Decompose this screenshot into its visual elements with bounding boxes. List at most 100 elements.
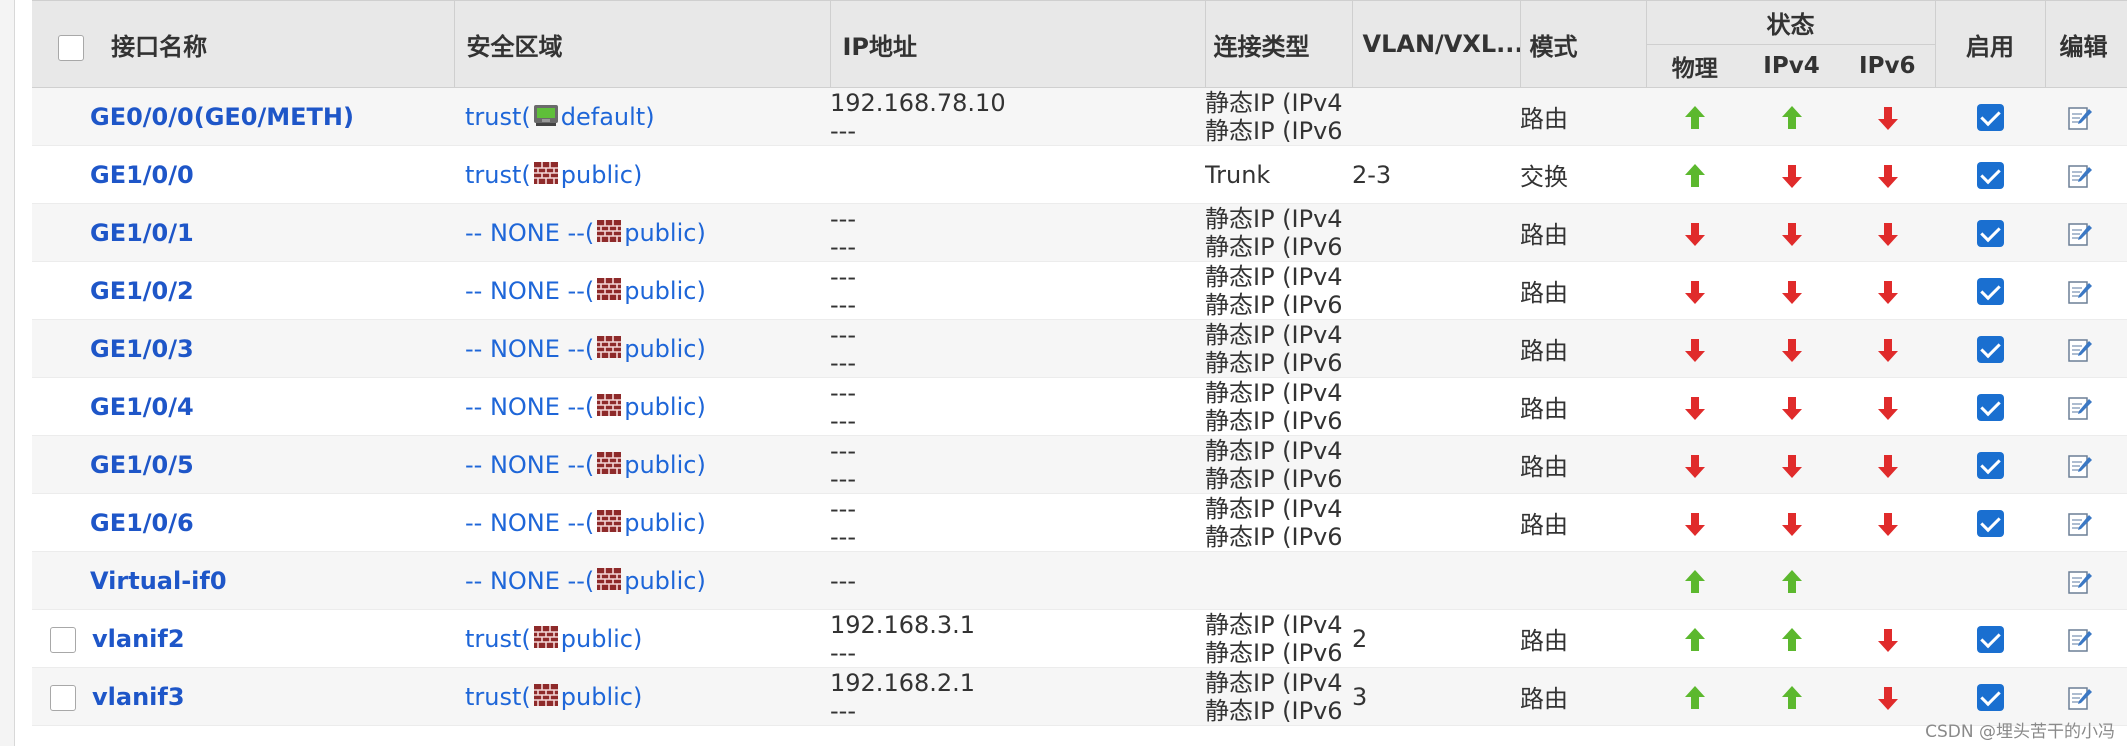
zone-name-link[interactable]: -- NONE --( [465,567,594,595]
header-edit: 编辑 [2044,0,2127,88]
ip-cell: --- --- [830,435,1205,494]
enable-cell [1935,203,2046,262]
vsys-link[interactable]: public) [624,451,706,479]
zone-name-link[interactable]: -- NONE --( [465,451,594,479]
enable-checkbox[interactable] [1976,335,2004,363]
interface-name-link[interactable]: GE1/0/2 [90,277,194,305]
interface-name-link[interactable]: GE1/0/5 [90,451,194,479]
zone-name-link[interactable]: trust( [465,625,531,653]
vsys-link[interactable]: default) [561,103,655,131]
ipv6-address: --- [830,348,856,377]
edit-icon[interactable] [2067,393,2093,421]
status-up-arrow-icon [1684,625,1706,653]
edit-icon[interactable] [2067,219,2093,247]
zone-name-link[interactable]: -- NONE --( [465,509,594,537]
enable-checkbox[interactable] [1976,683,2004,711]
zone-name-link[interactable]: trust( [465,103,531,131]
vsys-link[interactable]: public) [624,219,706,247]
name-cell: GE1/0/4 [32,377,454,436]
vlan-cell: 2 [1352,609,1520,668]
zone-name-link[interactable]: trust( [465,683,531,711]
edit-icon[interactable] [2067,161,2093,189]
edit-icon[interactable] [2067,277,2093,305]
physical-status [1646,145,1743,204]
status-down-arrow-icon [1877,683,1899,711]
vsys-link[interactable]: public) [624,567,706,595]
vlan-cell: 2-3 [1352,145,1520,204]
mode-cell: 路由 [1520,377,1646,436]
zone-name-link[interactable]: -- NONE --( [465,393,594,421]
ipv6-status [1840,145,1936,204]
ipv4-status [1743,145,1840,204]
mode-cell: 路由 [1520,319,1646,378]
enable-checkbox[interactable] [1976,393,2004,421]
edit-icon[interactable] [2067,103,2093,131]
header-status: 状态 [1645,0,1936,45]
enable-cell [1935,493,2046,552]
zone-name-link[interactable]: trust( [465,161,531,189]
edit-cell [2045,493,2127,552]
vsys-link[interactable]: public) [561,161,643,189]
interface-name-link[interactable]: vlanif2 [92,625,185,653]
zone-name-link[interactable]: -- NONE --( [465,277,594,305]
conn-type-cell: 静态IP (IPv4 静态IP (IPv6 [1205,435,1352,494]
select-all-checkbox[interactable] [58,34,85,61]
edit-cell [2045,261,2127,320]
ipv6-status [1840,319,1936,378]
edit-cell [2045,319,2127,378]
enable-checkbox[interactable] [1976,625,2004,653]
interface-name-link[interactable]: GE1/0/0 [90,161,194,189]
vsys-link[interactable]: public) [624,335,706,363]
name-cell: Virtual-if0 [32,551,454,610]
name-cell: GE0/0/0(GE0/METH) [32,87,454,146]
enable-checkbox[interactable] [1976,451,2004,479]
ipv4-status [1743,435,1840,494]
interface-name-link[interactable]: GE1/0/6 [90,509,194,537]
name-cell: vlanif2 [32,609,454,668]
enable-cell [1935,319,2046,378]
edit-icon[interactable] [2067,567,2093,595]
enable-checkbox[interactable] [1976,219,2004,247]
mode-cell: 路由 [1520,435,1646,494]
header-enable: 启用 [1934,0,2046,88]
interface-name-link[interactable]: GE1/0/1 [90,219,194,247]
table-row: GE0/0/0(GE0/METH) trust(default) 192.168.7… [32,87,2127,146]
vsys-link[interactable]: public) [624,277,706,305]
interface-name-link[interactable]: GE1/0/3 [90,335,194,363]
ipv6-address: --- [830,522,856,551]
edit-icon[interactable] [2067,335,2093,363]
interface-name-link[interactable]: GE1/0/4 [90,393,194,421]
status-up-arrow-icon [1684,103,1706,131]
enable-checkbox[interactable] [1976,161,2004,189]
enable-checkbox[interactable] [1976,509,2004,537]
name-cell: GE1/0/6 [32,493,454,552]
edit-icon[interactable] [2067,683,2093,711]
ipv4-status [1743,667,1840,726]
row-checkbox[interactable] [50,626,76,653]
enable-checkbox[interactable] [1976,103,2004,131]
zone-name-link[interactable]: -- NONE --( [465,219,594,247]
table-row: GE1/0/1 -- NONE --(public) --- --- 静态IP (IPv… [32,203,2127,262]
vsys-link[interactable]: public) [561,683,643,711]
interface-name-link[interactable]: vlanif3 [92,683,185,711]
edit-icon[interactable] [2067,451,2093,479]
vsys-link[interactable]: public) [561,625,643,653]
conn-type-v4: 静态IP (IPv4 [1205,262,1343,291]
edit-cell [2045,609,2127,668]
ipv6-status [1840,667,1936,726]
row-checkbox[interactable] [50,684,76,711]
interface-name-link[interactable]: GE0/0/0(GE0/METH) [90,103,354,131]
zone-name-link[interactable]: -- NONE --( [465,335,594,363]
edit-icon[interactable] [2067,625,2093,653]
conn-type-cell: 静态IP (IPv4 静态IP (IPv6 [1205,87,1352,146]
vsys-link[interactable]: public) [624,509,706,537]
vsys-link[interactable]: public) [624,393,706,421]
enable-checkbox[interactable] [1976,277,2004,305]
interface-name-link[interactable]: Virtual-if0 [90,567,227,595]
status-up-arrow-icon [1781,103,1803,131]
zone-cell: -- NONE --( public) [454,551,830,610]
edit-icon[interactable] [2067,509,2093,537]
ipv4-address: --- [830,262,856,291]
status-up-arrow-icon [1684,567,1706,595]
name-cell: vlanif3 [32,667,454,726]
